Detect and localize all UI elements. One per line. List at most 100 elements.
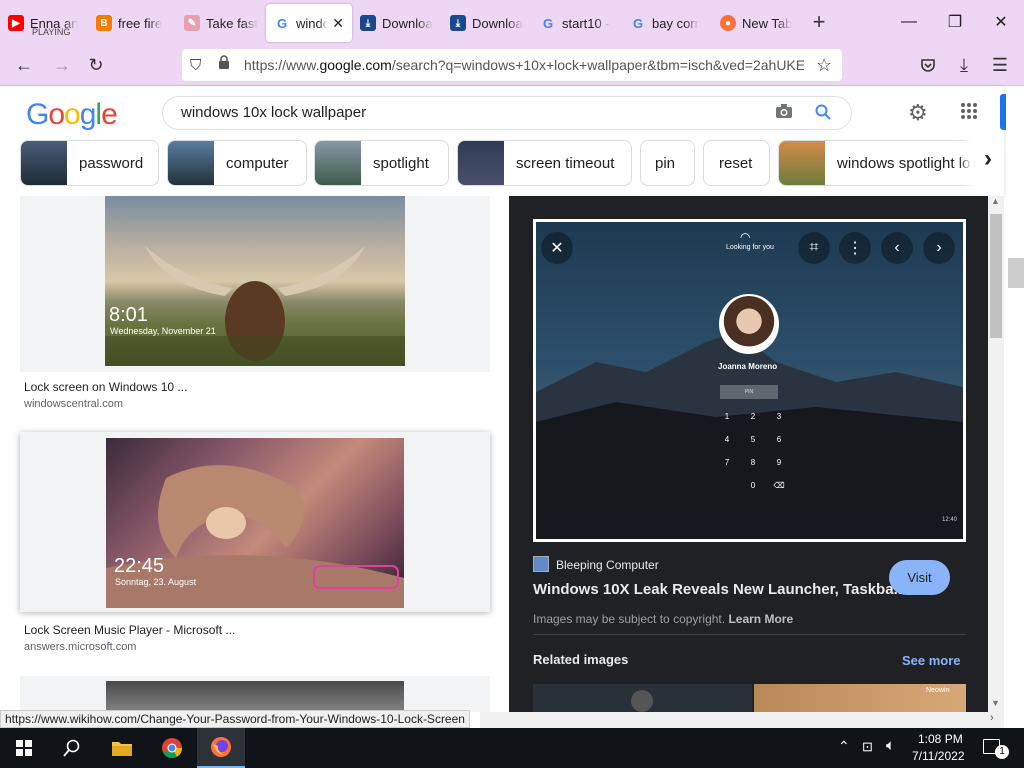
horizontal-scrollbar[interactable]: › [480,712,1004,728]
download-site-icon: ⤓ [450,15,466,31]
network-icon[interactable]: ⊡ [862,739,873,755]
shield-icon[interactable]: ⛉ [190,57,201,74]
more-options-button[interactable]: ⋮ [839,232,871,264]
tab-label: Downloa [382,15,433,31]
tab-google-active[interactable]: G windo ✕ [266,4,352,42]
firefox-icon: ● [720,15,736,31]
tab-free-fire[interactable]: B free fire [88,4,176,42]
scroll-down-arrow-icon[interactable]: ▼ [991,698,1000,708]
search-icon[interactable] [815,104,831,125]
chip-spotlight[interactable]: spotlight [314,140,449,186]
chip-label: spotlight [373,154,429,172]
image-preview-panel: ✕ ◠ Looking for you ⌗ ⋮ ‹ › Joanna Moren… [509,196,988,712]
tab-strip: ▶ Enna an PLAYING B free fire ✎ Take fas… [0,0,1024,44]
search-taskbar-icon[interactable] [48,728,96,768]
firefox-taskbar-icon[interactable] [197,728,245,768]
new-tab-button[interactable]: + [804,9,834,35]
overlay-time: 22:45 [114,555,165,577]
key: 5 [750,435,756,444]
source-site-name[interactable]: Bleeping Computer [556,558,659,572]
settings-gear-icon[interactable]: ⚙ [908,100,928,126]
tab-label: Take fast [206,15,258,31]
chrome-icon[interactable] [148,728,196,768]
result-source[interactable]: windowscentral.com [24,398,123,410]
next-image-button[interactable]: › [923,232,955,264]
bookmark-star-icon[interactable]: ☆ [816,55,832,76]
result-image[interactable]: 8:01 Wednesday, November 21 [105,196,405,366]
result-image[interactable]: 22:45 Sonntag, 23. August [106,438,404,608]
tab-download-1[interactable]: ⤓ Downloa [352,4,442,42]
close-tab-icon[interactable]: ✕ [332,15,344,32]
start-button[interactable] [0,728,48,768]
result-card[interactable] [20,676,490,712]
account-avatar-edge[interactable] [1000,94,1006,130]
result-source[interactable]: answers.microsoft.com [24,641,136,653]
result-card-selected[interactable]: 22:45 Sonntag, 23. August Lock Screen Mu… [20,432,490,653]
tab-new-tab[interactable]: ● New Tab [712,4,804,42]
divider [533,634,966,635]
tab-start10[interactable]: G start10 - [532,4,622,42]
download-site-icon: ⤓ [360,15,376,31]
related-image-thumb[interactable] [533,684,752,712]
result-image[interactable] [106,681,404,712]
chip-label: reset [719,154,753,172]
file-explorer-icon[interactable] [98,728,146,768]
reload-button[interactable]: ↻ [84,53,108,77]
related-image-thumb[interactable]: Neowin [754,684,966,712]
preview-title[interactable]: Windows 10X Leak Reveals New Launcher, T… [533,581,906,598]
chip-label: computer [226,154,289,172]
chip-computer[interactable]: computer [167,140,307,186]
url-text[interactable]: https://www.google.com/search?q=windows+… [244,57,804,73]
lock-icon[interactable] [218,55,230,69]
tab-take-fast[interactable]: ✎ Take fast [176,4,266,42]
result-caption[interactable]: Lock screen on Windows 10 ... [24,380,187,394]
volume-icon[interactable]: 🔈︎ [886,737,895,754]
outer-scrollbar-thumb[interactable] [1008,258,1024,288]
lens-search-button[interactable]: ⌗ [798,232,830,264]
search-input[interactable] [181,104,741,121]
chip-screen-timeout[interactable]: screen timeout [457,140,632,186]
google-logo[interactable]: Google [26,98,118,132]
close-preview-button[interactable]: ✕ [541,232,573,264]
tab-bay-corr[interactable]: G bay corr [622,4,712,42]
chip-thumbnail [458,141,504,185]
previous-image-button[interactable]: ‹ [881,232,913,264]
close-window-button[interactable]: ✕ [978,0,1024,44]
learn-more-link[interactable]: Learn More [728,612,793,626]
chip-label: windows spotlight lo [837,154,971,172]
forward-button[interactable]: → [50,53,74,77]
visit-button[interactable]: Visit [889,560,950,595]
clock-date[interactable]: 7/11/2022 [912,749,965,763]
menu-icon[interactable]: ☰ [988,53,1012,77]
search-box [162,96,852,130]
chips-next-button[interactable]: › [972,130,1004,188]
preview-image[interactable]: ✕ ◠ Looking for you ⌗ ⋮ ‹ › Joanna Moren… [533,219,966,542]
downloads-icon[interactable]: ⤓ [952,53,976,77]
clock-time[interactable]: 1:08 PM [918,732,963,746]
navigation-toolbar: ← → ↻ ⛉ https://www.google.com/search?q=… [0,44,1024,86]
vertical-scrollbar[interactable]: ▲ ▼ [988,196,1004,712]
tab-youtube[interactable]: ▶ Enna an PLAYING [0,4,88,42]
site-favicon-icon [533,556,549,572]
pin-field: PIN [720,385,778,399]
restore-button[interactable]: ❐ [932,0,978,44]
apps-grid-icon[interactable] [960,102,978,125]
scrollbar-thumb[interactable] [990,214,1002,338]
chip-windows-spotlight[interactable]: windows spotlight lo [778,140,978,186]
chip-password[interactable]: password [20,140,159,186]
show-hidden-icons-chevron-icon[interactable]: ⌃ [838,738,850,755]
result-card[interactable]: 8:01 Wednesday, November 21 Lock screen … [20,196,490,416]
address-bar[interactable]: ⛉ https://www.google.com/search?q=window… [182,49,842,81]
tab-label: Downloa [472,15,523,31]
tab-download-2[interactable]: ⤓ Downloa [442,4,532,42]
chip-reset[interactable]: reset [703,140,770,186]
back-button[interactable]: ← [12,53,36,77]
pocket-icon[interactable] [916,53,940,77]
minimize-button[interactable]: — [886,0,932,44]
camera-icon[interactable] [775,103,793,124]
scroll-right-arrow-icon[interactable]: › [990,712,994,724]
chip-pin[interactable]: pin [640,140,695,186]
result-caption[interactable]: Lock Screen Music Player - Microsoft ... [24,623,235,637]
scroll-up-arrow-icon[interactable]: ▲ [991,196,1000,206]
see-more-link[interactable]: See more [902,653,961,668]
